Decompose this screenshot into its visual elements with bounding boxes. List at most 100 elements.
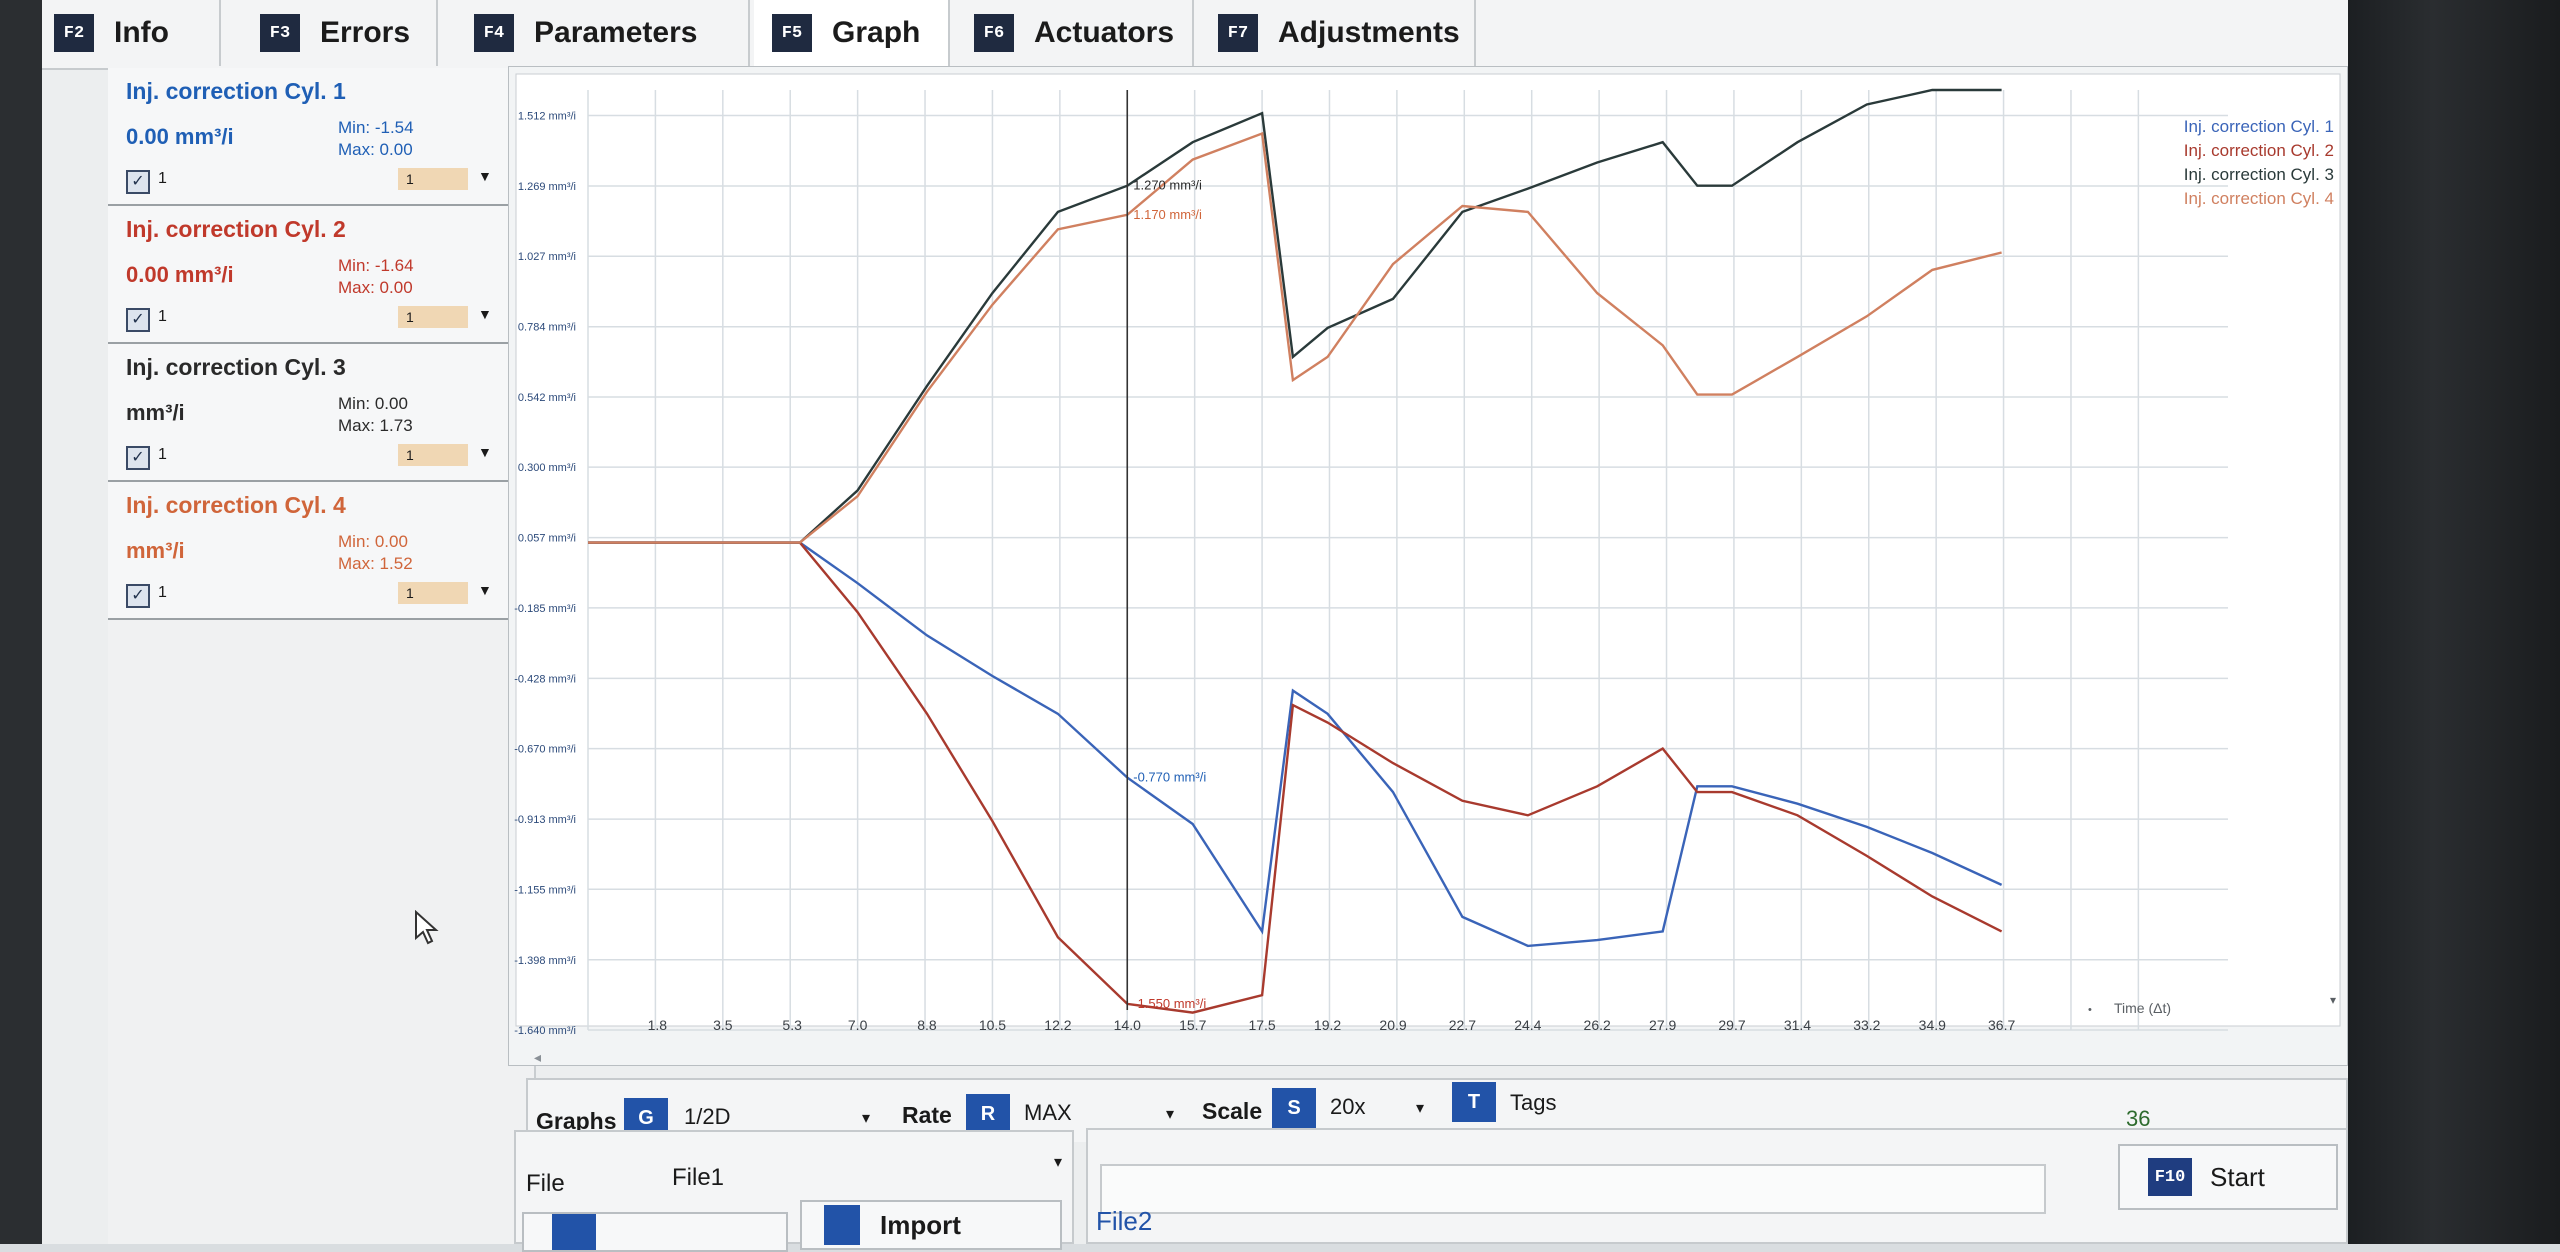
tab-graph[interactable]: F5 Graph [754, 0, 950, 66]
graph-chart[interactable]: 1.512 mm³/i 1.269 mm³/i 1.027 mm³/i 0.784 m… [508, 66, 2348, 1066]
file2-label: File2 [1096, 1206, 1153, 1236]
signal-max: Max: 0.00 [338, 278, 413, 297]
x-tick-label: 36.7 [1988, 1017, 2015, 1033]
export-button[interactable] [522, 1212, 788, 1252]
cursor-value-label: -0.770 mm³/i [1133, 770, 1206, 785]
signal-visible-checkbox[interactable]: ✓ [126, 170, 150, 194]
x-tick-label: 24.4 [1514, 1017, 1541, 1033]
y-tick-label: 0.784 mm³/i [518, 322, 576, 334]
legend-entry: Inj. correction Cyl. 1 [2184, 117, 2334, 136]
signal-title: Inj. correction Cyl. 3 [126, 354, 346, 380]
graphs-mode-select[interactable]: 1/2D [684, 1104, 730, 1130]
x-tick-label: 20.9 [1379, 1017, 1406, 1033]
file1-select[interactable]: File1 [672, 1164, 724, 1192]
x-tick-label: 10.5 [979, 1017, 1006, 1033]
signal-min: Min: -1.64 [338, 256, 414, 275]
application-screen: F2 Info F3 Errors F4 Parameters F5 Graph… [42, 0, 2348, 1252]
f2-key-badge: F2 [54, 14, 94, 52]
x-tick-label: 12.2 [1044, 1017, 1071, 1033]
signal-card-cyl-1[interactable]: Inj. correction Cyl. 1 0.00 mm³/i Min: -… [108, 68, 534, 206]
x-tick-label: 17.5 [1248, 1017, 1275, 1033]
signal-card-cyl-2[interactable]: Inj. correction Cyl. 2 0.00 mm³/i Min: -… [108, 206, 534, 344]
signal-axis-select[interactable]: 1 [398, 444, 468, 466]
scale-label: Scale [1202, 1098, 1263, 1124]
y-tick-label: -1.640 mm³/i [514, 1025, 576, 1037]
axis-marker-icon: • [2088, 1004, 2092, 1016]
start-button[interactable]: F10 Start [2118, 1144, 2338, 1210]
signal-axis-select[interactable]: 1 [398, 168, 468, 190]
chevron-down-icon[interactable]: ▼ [478, 582, 492, 598]
import-button[interactable]: Import [800, 1200, 1062, 1250]
legend-entry: Inj. correction Cyl. 3 [2184, 165, 2334, 184]
legend-entry: Inj. correction Cyl. 2 [2184, 141, 2334, 160]
scroll-left-icon[interactable]: ◂ [534, 1049, 541, 1065]
tab-graph-label: Graph [832, 16, 921, 49]
tab-actuators[interactable]: F6 Actuators [950, 0, 1194, 66]
y-tick-label: 0.057 mm³/i [518, 533, 576, 545]
x-tick-label: 7.0 [848, 1017, 868, 1033]
scale-shortcut-key[interactable]: S [1272, 1088, 1316, 1128]
signal-max: Max: 0.00 [338, 140, 413, 159]
scale-select[interactable]: 20x [1330, 1094, 1365, 1120]
signal-checkbox-label: 1 [158, 170, 167, 187]
signal-checkbox-label: 1 [158, 308, 167, 325]
signal-axis-select[interactable]: 1 [398, 306, 468, 328]
y-tick-label: 0.542 mm³/i [518, 392, 576, 404]
y-tick-label: -0.428 mm³/i [514, 673, 576, 685]
signal-checkbox-label: 1 [158, 584, 167, 601]
rate-select[interactable]: MAX [1024, 1100, 1072, 1126]
export-key-badge [552, 1214, 596, 1250]
file2-path-field[interactable] [1100, 1164, 2046, 1214]
cursor-value-label: -1.550 mm³/i [1133, 996, 1206, 1011]
signal-visible-checkbox[interactable]: ✓ [126, 584, 150, 608]
chevron-down-icon[interactable]: ▾ [1166, 1104, 1174, 1124]
chevron-down-icon[interactable]: ▼ [478, 444, 492, 460]
file-label: File [526, 1170, 565, 1197]
signal-list-panel: Inj. correction Cyl. 1 0.00 mm³/i Min: -… [108, 68, 536, 1244]
chevron-down-icon[interactable]: ▾ [1054, 1152, 1062, 1172]
signal-visible-checkbox[interactable]: ✓ [126, 446, 150, 470]
chevron-down-icon[interactable]: ▼ [478, 168, 492, 184]
y-tick-label: 1.512 mm³/i [518, 111, 576, 123]
x-tick-label: 27.9 [1649, 1017, 1676, 1033]
x-tick-label: 22.7 [1449, 1017, 1476, 1033]
chevron-down-icon[interactable]: ▾ [862, 1108, 870, 1128]
signal-title: Inj. correction Cyl. 4 [126, 492, 346, 518]
chevron-down-icon[interactable]: ▾ [2330, 993, 2336, 1007]
tab-parameters-label: Parameters [534, 16, 698, 49]
monitor-bezel-right [2348, 0, 2560, 1244]
tab-info[interactable]: F2 Info [42, 0, 221, 66]
x-tick-label: 1.8 [648, 1017, 668, 1033]
tags-toggle[interactable]: Tags [1510, 1090, 1556, 1116]
y-tick-label: 1.027 mm³/i [518, 251, 576, 263]
tags-shortcut-key[interactable]: T [1452, 1082, 1496, 1122]
signal-visible-checkbox[interactable]: ✓ [126, 308, 150, 332]
tab-errors[interactable]: F3 Errors [220, 0, 438, 66]
signal-checkbox-label: 1 [158, 446, 167, 463]
import-label: Import [880, 1209, 961, 1240]
x-tick-label: 3.5 [713, 1017, 733, 1033]
chevron-down-icon[interactable]: ▼ [478, 306, 492, 322]
signal-card-cyl-3[interactable]: Inj. correction Cyl. 3 mm³/i Min: 0.00 M… [108, 344, 534, 482]
x-tick-labels: 1.8 3.5 5.3 7.0 8.8 10.5 12.2 14.0 15.7 17.5 19.2 2… [648, 1017, 2016, 1033]
signal-axis-select[interactable]: 1 [398, 582, 468, 604]
x-tick-label: 19.2 [1314, 1017, 1341, 1033]
y-tick-label: -0.185 mm³/i [514, 603, 576, 615]
y-tick-label: -0.670 mm³/i [514, 744, 576, 756]
signal-card-cyl-4[interactable]: Inj. correction Cyl. 4 mm³/i Min: 0.00 M… [108, 482, 534, 620]
signal-title: Inj. correction Cyl. 1 [126, 78, 346, 104]
chevron-down-icon[interactable]: ▾ [1416, 1098, 1424, 1118]
signal-max: Max: 1.73 [338, 416, 413, 435]
x-tick-label: 33.2 [1853, 1017, 1880, 1033]
graph-controls: Graphs G 1/2D ▾ Rate R MAX ▾ Scale S 20x… [514, 1068, 2348, 1252]
tab-adjustments[interactable]: F7 Adjustments [1194, 0, 1476, 66]
rate-shortcut-key[interactable]: R [966, 1094, 1010, 1134]
y-tick-label: -1.398 mm³/i [514, 955, 576, 967]
signal-max: Max: 1.52 [338, 554, 413, 573]
f3-key-badge: F3 [260, 14, 300, 52]
tab-parameters[interactable]: F4 Parameters [438, 0, 750, 66]
signal-value: mm³/i [126, 400, 185, 425]
signal-value: 0.00 mm³/i [126, 124, 234, 149]
signal-value: mm³/i [126, 538, 185, 563]
cursor-value-label: 1.170 mm³/i [1133, 207, 1202, 222]
